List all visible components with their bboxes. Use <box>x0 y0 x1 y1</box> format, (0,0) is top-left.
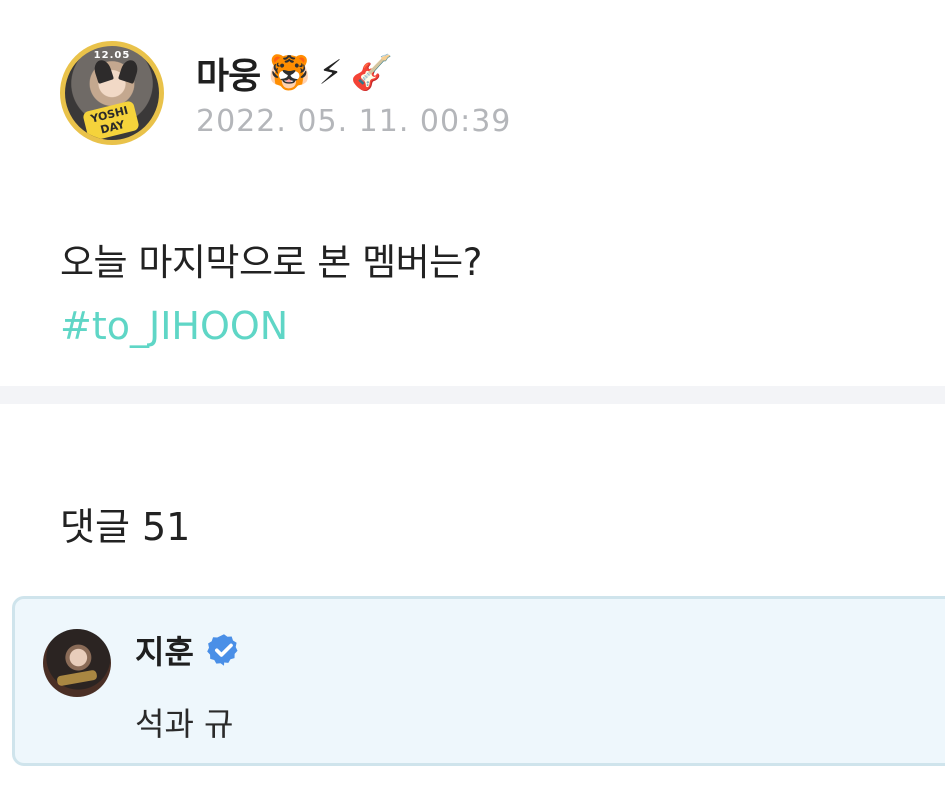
post-timestamp: 2022. 05. 11. 00:39 <box>196 103 512 139</box>
post-page: 12.05 YOSHI DAY 마웅 🐯 ⚡ 🎸 2022. 05. 11. 0… <box>0 0 945 793</box>
avatar-horn-right <box>117 58 141 84</box>
comment-author-avatar[interactable] <box>43 629 111 697</box>
post-body: 오늘 마지막으로 본 멤버는? <box>60 241 482 284</box>
tiger-emoji-icon: 🐯 <box>268 52 311 93</box>
comment-text: 석과 규 <box>135 705 234 743</box>
lightning-emoji-icon: ⚡ <box>318 52 343 93</box>
avatar-sticker: YOSHI DAY <box>82 100 140 140</box>
author-name[interactable]: 마웅 <box>196 47 261 99</box>
comment-author-row: 지훈 <box>135 627 242 673</box>
post-hashtag[interactable]: #to_JIHOON <box>60 304 288 348</box>
avatar-horn-left <box>91 58 115 84</box>
post-header: 12.05 YOSHI DAY 마웅 🐯 ⚡ 🎸 2022. 05. 11. 0… <box>60 38 511 148</box>
guitar-emoji-icon: 🎸 <box>350 52 393 93</box>
comment-card[interactable]: 지훈 석과 규 <box>12 596 945 766</box>
avatar-detail <box>56 669 98 687</box>
comments-count-title: 댓글 51 <box>60 505 191 549</box>
avatar-badge-text: 12.05 <box>93 50 131 61</box>
section-divider <box>0 386 945 404</box>
comment-author-name[interactable]: 지훈 <box>135 627 194 673</box>
author-avatar[interactable]: 12.05 YOSHI DAY <box>60 41 164 145</box>
verified-badge-icon <box>207 634 238 666</box>
author-row: 마웅 🐯 ⚡ 🎸 <box>196 48 511 98</box>
author-block: 마웅 🐯 ⚡ 🎸 2022. 05. 11. 00:39 <box>196 48 511 139</box>
